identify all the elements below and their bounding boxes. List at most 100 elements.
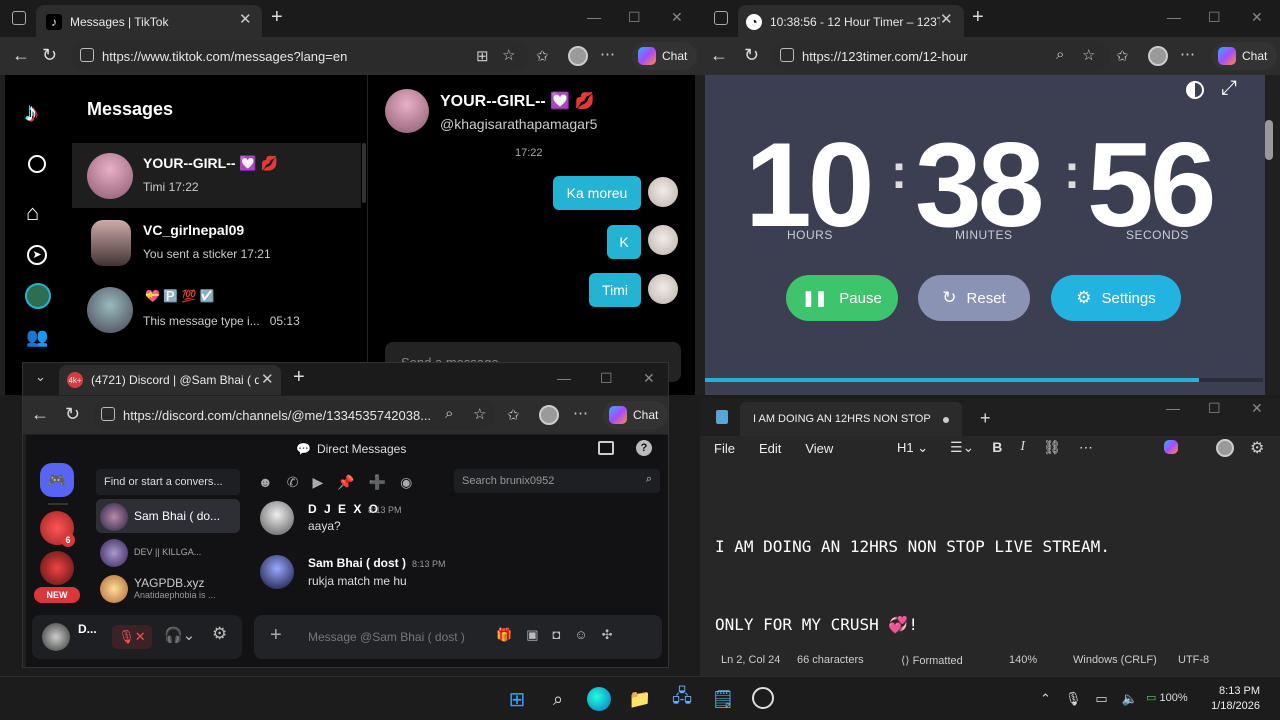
- edge-icon[interactable]: [587, 687, 611, 711]
- refresh-icon[interactable]: ↻: [744, 45, 759, 66]
- new-tab-button[interactable]: +: [293, 366, 305, 389]
- refresh-icon[interactable]: ↻: [42, 45, 57, 66]
- clock[interactable]: 8:13 PM 1/18/2026: [1210, 685, 1260, 712]
- back-icon[interactable]: ←: [12, 45, 30, 66]
- tab-close-icon[interactable]: ✕: [261, 370, 274, 388]
- url-field[interactable]: https://123timer.com/12-hour ⌕ ☆: [772, 41, 1110, 71]
- message-avatar[interactable]: [260, 501, 294, 535]
- friends-icon[interactable]: ☻: [258, 474, 273, 490]
- volume-icon[interactable]: 🔈: [1122, 691, 1138, 707]
- file-explorer-icon[interactable]: 📁: [628, 687, 652, 711]
- line-ending[interactable]: Windows (CRLF): [1073, 654, 1157, 666]
- back-icon[interactable]: ←: [710, 45, 728, 66]
- inbox-icon[interactable]: [598, 441, 614, 455]
- account-avatar[interactable]: [1216, 439, 1234, 457]
- close-window-button[interactable]: ✕: [671, 9, 683, 26]
- menu-file[interactable]: File: [714, 441, 735, 456]
- notepad-tab[interactable]: I AM DOING AN 12HRS NON STOP: [740, 402, 962, 436]
- settings-button[interactable]: ⚙ Settings: [1051, 275, 1181, 321]
- menu-view[interactable]: View: [805, 441, 833, 456]
- more-icon[interactable]: ⋯: [1079, 439, 1093, 456]
- add-friend-icon[interactable]: ➕: [369, 474, 386, 491]
- obs-icon[interactable]: [752, 687, 774, 709]
- notepad-settings-icon[interactable]: ⚙: [1250, 438, 1264, 458]
- tab-close-icon[interactable]: ✕: [940, 10, 953, 28]
- pause-button[interactable]: ❚❚ Pause: [786, 275, 898, 321]
- user-settings-icon[interactable]: ⚙: [212, 624, 227, 644]
- apps-icon[interactable]: ✣: [602, 627, 627, 642]
- favorite-star-icon[interactable]: ☆: [502, 46, 515, 64]
- new-tab-button[interactable]: +: [271, 6, 283, 29]
- new-tab-button[interactable]: +: [972, 6, 984, 29]
- server-icon[interactable]: [40, 551, 74, 585]
- page-scrollbar[interactable]: [1265, 120, 1273, 160]
- voice-call-icon[interactable]: ✆: [287, 474, 299, 491]
- favorites-icon[interactable]: ✩: [536, 47, 549, 65]
- discord-tab[interactable]: 4k+ (4721) Discord | @Sam Bhai ( dost ): [59, 365, 281, 395]
- notepad-icon[interactable]: 🗒: [711, 687, 735, 711]
- sticker-icon[interactable]: ◘: [552, 627, 574, 642]
- headset-icon[interactable]: 🎧⌄: [164, 626, 195, 644]
- network-app-icon[interactable]: 🖧: [670, 686, 694, 711]
- message-avatar[interactable]: [260, 555, 294, 589]
- video-call-icon[interactable]: ▶: [312, 474, 323, 491]
- battery-indicator[interactable]: ▭ 100%: [1146, 691, 1188, 704]
- user-avatar[interactable]: [42, 623, 70, 651]
- new-badge[interactable]: NEW: [34, 587, 80, 603]
- message-author[interactable]: Sam Bhai ( dost ): [308, 556, 406, 570]
- gif-icon[interactable]: ▣: [526, 627, 552, 642]
- copilot-chat-button[interactable]: Chat: [603, 401, 668, 429]
- home-icon[interactable]: ⌂: [26, 200, 39, 226]
- back-icon[interactable]: ←: [31, 404, 49, 425]
- tiktok-tab[interactable]: ♪ Messages | TikTok: [36, 5, 262, 38]
- copilot-icon[interactable]: [1164, 440, 1178, 454]
- site-info-icon[interactable]: [80, 48, 94, 62]
- discord-message-composer[interactable]: + Message @Sam Bhai ( dost ) 🎁▣◘☺✣: [254, 615, 662, 659]
- microphone-icon[interactable]: 🎙: [1065, 691, 1082, 707]
- document-text[interactable]: I AM DOING AN 12HRS NON STOP LIVE STREAM…: [715, 482, 1110, 676]
- maximize-button[interactable]: ☐: [1208, 9, 1221, 26]
- new-tab-button[interactable]: +: [980, 408, 991, 429]
- dark-mode-toggle-icon[interactable]: [1186, 81, 1204, 99]
- mute-microphone-icon[interactable]: 🎙✕: [112, 625, 152, 649]
- fullscreen-icon[interactable]: ⤢: [1221, 77, 1237, 100]
- minimize-button[interactable]: —: [557, 370, 571, 386]
- tab-close-icon[interactable]: ✕: [239, 10, 252, 28]
- favorites-icon[interactable]: ✩: [1116, 47, 1129, 65]
- favorite-star-icon[interactable]: ☆: [473, 405, 487, 423]
- close-window-button[interactable]: ✕: [643, 370, 655, 387]
- zoom-level[interactable]: 140%: [1009, 654, 1037, 666]
- tab-actions-icon[interactable]: [12, 11, 26, 25]
- profile-avatar[interactable]: [539, 405, 559, 425]
- explore-icon[interactable]: ➤: [27, 245, 47, 265]
- format-status[interactable]: ⟨⟩ Formatted: [901, 654, 963, 667]
- profile-avatar[interactable]: [568, 46, 588, 66]
- url-field[interactable]: https://discord.com/channels/@me/1334535…: [93, 400, 495, 430]
- site-info-icon[interactable]: [780, 48, 794, 62]
- bold-icon[interactable]: B: [992, 439, 1002, 456]
- search-icon[interactable]: [28, 155, 46, 173]
- close-window-button[interactable]: ✕: [1251, 400, 1263, 417]
- url-field[interactable]: https://www.tiktok.com/messages?lang=en …: [72, 41, 528, 71]
- following-avatar-icon[interactable]: [25, 283, 51, 309]
- emoji-icon[interactable]: ☺: [574, 627, 601, 642]
- app-available-icon[interactable]: ⊞: [476, 47, 489, 65]
- favorite-star-icon[interactable]: ☆: [1082, 46, 1095, 64]
- minimize-button[interactable]: —: [1166, 400, 1180, 416]
- maximize-button[interactable]: ☐: [1208, 400, 1221, 417]
- find-conversation-input[interactable]: Find or start a convers...: [96, 469, 240, 495]
- tab-list-chevron-icon[interactable]: ⌄: [35, 369, 46, 385]
- chat-header-avatar[interactable]: [385, 89, 429, 133]
- link-icon[interactable]: ⛓: [1043, 439, 1061, 456]
- conversation-list-scrollbar[interactable]: [362, 143, 366, 203]
- tray-chevron-icon[interactable]: ⌃: [1040, 691, 1051, 707]
- profile-avatar[interactable]: [1148, 46, 1168, 66]
- gift-icon[interactable]: 🎁: [496, 627, 526, 642]
- close-window-button[interactable]: ✕: [1251, 9, 1263, 26]
- site-info-icon[interactable]: [101, 407, 115, 421]
- pin-icon[interactable]: 📌: [337, 474, 354, 491]
- add-attachment-icon[interactable]: +: [270, 624, 282, 647]
- search-icon[interactable]: ⌕: [546, 687, 570, 711]
- reset-button[interactable]: ↻ Reset: [918, 275, 1030, 321]
- copilot-chat-button[interactable]: Chat: [632, 42, 698, 70]
